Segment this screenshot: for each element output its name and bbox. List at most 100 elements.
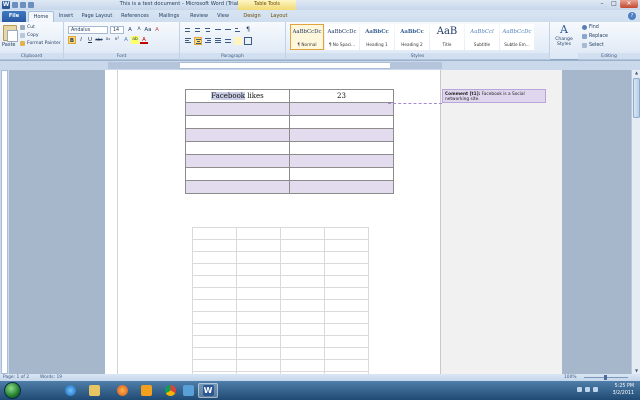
- table-cell[interactable]: [236, 263, 281, 276]
- comment-balloon[interactable]: Comment [t1]: Facebook is a Social netwo…: [442, 89, 546, 103]
- table-cell[interactable]: [192, 347, 237, 360]
- table-cell[interactable]: [192, 359, 237, 372]
- tab-file[interactable]: File: [2, 11, 26, 22]
- tab-design[interactable]: Design: [240, 11, 264, 22]
- table-cell[interactable]: [280, 323, 325, 336]
- align-left-icon[interactable]: [184, 37, 192, 45]
- tab-review[interactable]: Review: [188, 11, 210, 22]
- style-title[interactable]: AaB Title: [430, 24, 464, 50]
- change-styles-button[interactable]: A Change Styles: [552, 24, 576, 52]
- strikethrough-button[interactable]: abc: [95, 36, 103, 44]
- table-cell[interactable]: [289, 128, 394, 142]
- table-cell[interactable]: [192, 299, 237, 312]
- align-center-icon[interactable]: [194, 37, 202, 45]
- table-cell[interactable]: [324, 239, 369, 252]
- vertical-ruler[interactable]: [0, 70, 9, 374]
- style-heading-2[interactable]: AaBbCc Heading 2: [395, 24, 429, 50]
- table-cell[interactable]: Facebook likes: [185, 89, 290, 103]
- table-cell[interactable]: [236, 335, 281, 348]
- table-cell[interactable]: [236, 347, 281, 360]
- table-cell[interactable]: [192, 311, 237, 324]
- highlight-button[interactable]: ab: [131, 36, 139, 44]
- taskbar-firefox[interactable]: [112, 383, 132, 398]
- table-cell[interactable]: [280, 359, 325, 372]
- save-icon[interactable]: [12, 2, 18, 8]
- table-cell[interactable]: [185, 154, 290, 168]
- table-cell[interactable]: [280, 335, 325, 348]
- table-cell[interactable]: [280, 251, 325, 264]
- table-cell[interactable]: [324, 275, 369, 288]
- table-cell[interactable]: [236, 227, 281, 240]
- facebook-table[interactable]: Facebook likes 23: [185, 89, 394, 194]
- table-cell[interactable]: [185, 180, 290, 194]
- table-cell[interactable]: [280, 275, 325, 288]
- find-button[interactable]: Find: [582, 25, 599, 30]
- taskbar-media[interactable]: [178, 383, 198, 398]
- network-icon[interactable]: [577, 387, 582, 392]
- commented-text[interactable]: Facebook: [211, 92, 246, 100]
- scroll-up-icon[interactable]: ▲: [633, 70, 640, 76]
- change-case-button[interactable]: Aa: [144, 26, 152, 34]
- close-button[interactable]: ✕: [620, 0, 638, 8]
- taskbar-outlook[interactable]: [136, 383, 156, 398]
- undo-icon[interactable]: [20, 2, 26, 8]
- subscript-button[interactable]: x₂: [104, 36, 112, 44]
- table-cell[interactable]: [324, 227, 369, 240]
- minimize-button[interactable]: –: [596, 0, 608, 8]
- table-cell[interactable]: [324, 311, 369, 324]
- start-button[interactable]: [4, 382, 21, 399]
- table-cell[interactable]: [192, 239, 237, 252]
- bullets-icon[interactable]: [184, 26, 192, 34]
- table-cell[interactable]: [192, 275, 237, 288]
- text-effects-button[interactable]: A: [122, 36, 130, 44]
- decrease-indent-icon[interactable]: [214, 26, 222, 34]
- taskbar-ie[interactable]: [60, 383, 80, 398]
- table-cell[interactable]: [280, 239, 325, 252]
- sort-icon[interactable]: [234, 26, 242, 34]
- tab-layout[interactable]: Layout: [268, 11, 290, 22]
- help-icon[interactable]: ?: [628, 12, 636, 20]
- table-cell[interactable]: [324, 299, 369, 312]
- align-right-icon[interactable]: [204, 37, 212, 45]
- tab-insert[interactable]: Insert: [56, 11, 76, 22]
- table-cell[interactable]: [280, 227, 325, 240]
- italic-button[interactable]: I: [77, 36, 85, 44]
- tab-home[interactable]: Home: [28, 11, 54, 22]
- style-normal[interactable]: AaBbCcDc ¶ Normal: [290, 24, 324, 50]
- underline-button[interactable]: U: [86, 36, 94, 44]
- line-spacing-icon[interactable]: [224, 37, 232, 45]
- cut-button[interactable]: Cut: [20, 25, 35, 30]
- table-cell[interactable]: [324, 335, 369, 348]
- zoom-slider-handle[interactable]: [604, 375, 607, 380]
- table-cell[interactable]: [236, 251, 281, 264]
- select-button[interactable]: Select: [582, 43, 604, 48]
- table-cell[interactable]: [192, 335, 237, 348]
- table-cell[interactable]: [236, 299, 281, 312]
- table-cell[interactable]: [236, 359, 281, 372]
- shrink-font-button[interactable]: A: [135, 26, 143, 34]
- paste-icon[interactable]: [3, 25, 18, 42]
- copy-button[interactable]: Copy: [20, 33, 39, 38]
- page-count[interactable]: Page: 1 of 2: [3, 375, 29, 380]
- table-cell[interactable]: [192, 287, 237, 300]
- table-cell[interactable]: [289, 141, 394, 155]
- maximize-button[interactable]: □: [608, 0, 620, 8]
- clock[interactable]: 5:25 PM 3/2/2011: [612, 383, 634, 397]
- table-cell[interactable]: [192, 263, 237, 276]
- table-cell[interactable]: [324, 251, 369, 264]
- flag-icon[interactable]: [593, 387, 598, 392]
- format-painter-button[interactable]: Format Painter: [20, 41, 61, 46]
- table-cell[interactable]: [236, 287, 281, 300]
- table-cell[interactable]: [236, 239, 281, 252]
- table-cell[interactable]: [280, 311, 325, 324]
- table-cell[interactable]: [236, 275, 281, 288]
- vertical-scrollbar[interactable]: ▲ ▼: [631, 70, 640, 374]
- style-no-spacing[interactable]: AaBbCcDc ¶ No Spaci...: [325, 24, 359, 50]
- table-cell[interactable]: [236, 323, 281, 336]
- bold-button[interactable]: B: [68, 36, 76, 44]
- table-cell[interactable]: [236, 311, 281, 324]
- justify-icon[interactable]: [214, 37, 222, 45]
- show-formatting-marks-button[interactable]: ¶: [244, 26, 252, 34]
- font-size-dropdown[interactable]: 14: [110, 26, 124, 34]
- table-cell[interactable]: [280, 347, 325, 360]
